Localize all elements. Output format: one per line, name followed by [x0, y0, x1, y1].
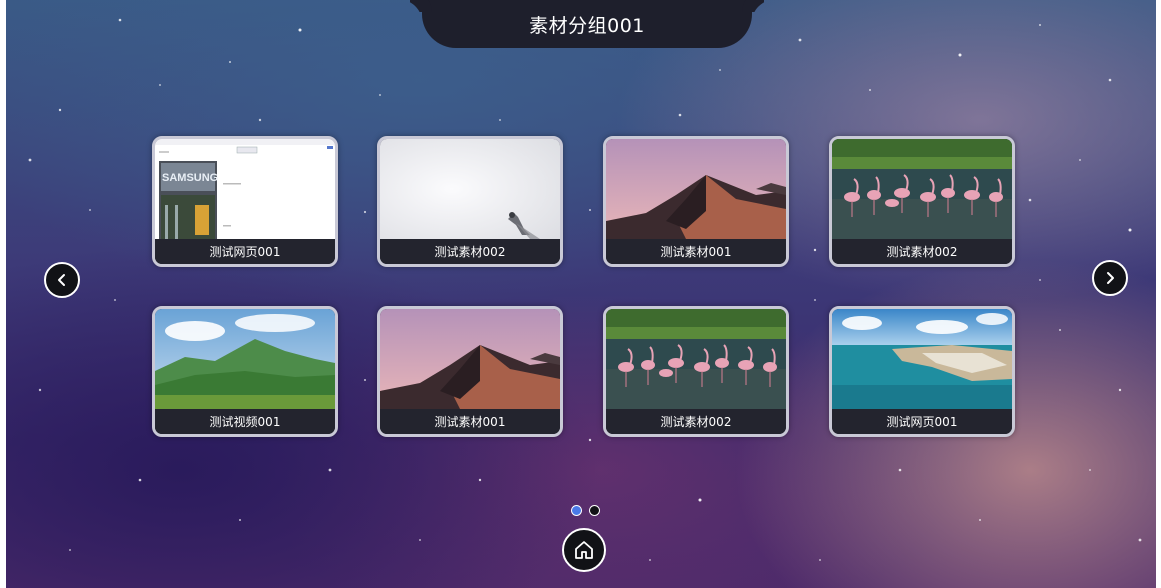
material-card[interactable]: 测试网页001	[829, 306, 1015, 437]
card-caption: 测试素材001	[380, 409, 560, 434]
material-card[interactable]: 测试素材001	[603, 136, 789, 267]
material-card[interactable]: 测试素材002	[377, 136, 563, 267]
pagination-dot[interactable]	[589, 505, 600, 516]
card-caption: 测试素材002	[380, 239, 560, 264]
chevron-left-icon	[58, 274, 65, 286]
group-title: 素材分组001	[529, 14, 645, 37]
mountains-thumbnail	[155, 309, 335, 409]
pagination-dot-active[interactable]	[571, 505, 582, 516]
material-card[interactable]: 测试素材002	[603, 306, 789, 437]
card-caption: 测试网页001	[155, 239, 335, 264]
material-card[interactable]: 测试素材001	[377, 306, 563, 437]
svg-text:SAMSUNG: SAMSUNG	[162, 172, 218, 184]
window-frame-left	[0, 0, 6, 588]
snow-scene-thumbnail	[380, 139, 560, 239]
coastal-city-thumbnail	[832, 309, 1012, 409]
card-caption: 测试视频001	[155, 409, 335, 434]
material-card[interactable]: 测试视频001	[152, 306, 338, 437]
desert-dune-thumbnail	[380, 309, 560, 409]
material-card[interactable]: SAMSUNG 测试网页001	[152, 136, 338, 267]
webpage-thumbnail: SAMSUNG	[155, 139, 335, 239]
card-caption: 测试素材001	[606, 239, 786, 264]
prev-page-button[interactable]	[44, 262, 80, 298]
card-caption: 测试素材002	[832, 239, 1012, 264]
chevron-right-icon	[1107, 272, 1114, 284]
flamingos-thumbnail	[832, 139, 1012, 239]
star-field	[28, 18, 1142, 561]
card-caption: 测试网页001	[832, 409, 1012, 434]
home-button[interactable]	[562, 528, 606, 572]
group-title-tab: 素材分组001	[422, 0, 752, 48]
home-icon	[575, 541, 593, 559]
material-card[interactable]: 测试素材002	[829, 136, 1015, 267]
window-frame-right	[1156, 0, 1161, 588]
desert-dune-thumbnail	[606, 139, 786, 239]
flamingos-thumbnail	[606, 309, 786, 409]
next-page-button[interactable]	[1092, 260, 1128, 296]
card-caption: 测试素材002	[606, 409, 786, 434]
